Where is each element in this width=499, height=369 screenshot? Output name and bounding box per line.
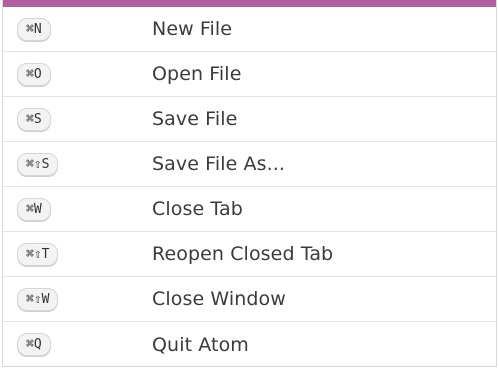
action-label: Open File bbox=[152, 63, 242, 85]
shortcut-row-save-file[interactable]: ⌘S Save File bbox=[3, 97, 496, 142]
action-label: Save File As... bbox=[152, 153, 286, 175]
shortcut-row-close-tab[interactable]: ⌘W Close Tab bbox=[3, 187, 496, 232]
shortcut-row-new-file[interactable]: ⌘N New File bbox=[3, 7, 496, 52]
key-cell: ⌘⇧T bbox=[3, 242, 152, 266]
keyboard-shortcut: ⌘⇧W bbox=[17, 287, 59, 311]
key-cell: ⌘⇧W bbox=[3, 287, 152, 311]
shortcuts-list: ⌘N New File ⌘O Open File ⌘S Save File ⌘⇧… bbox=[3, 7, 496, 367]
action-label: New File bbox=[152, 18, 233, 40]
keyboard-shortcut: ⌘S bbox=[17, 107, 51, 131]
key-cell: ⌘O bbox=[3, 62, 152, 86]
shortcut-row-reopen-closed-tab[interactable]: ⌘⇧T Reopen Closed Tab bbox=[3, 232, 496, 277]
keyboard-shortcut: ⌘⇧T bbox=[17, 242, 59, 266]
key-cell: ⌘S bbox=[3, 107, 152, 131]
action-label: Close Tab bbox=[152, 198, 243, 220]
action-label: Close Window bbox=[152, 288, 286, 310]
action-label: Reopen Closed Tab bbox=[152, 243, 334, 265]
shortcut-row-open-file[interactable]: ⌘O Open File bbox=[3, 52, 496, 97]
keyboard-shortcut: ⌘N bbox=[17, 17, 51, 41]
action-label: Save File bbox=[152, 108, 238, 130]
key-cell: ⌘W bbox=[3, 197, 152, 221]
key-cell: ⌘Q bbox=[3, 333, 152, 356]
accent-bar bbox=[3, 0, 496, 7]
action-label: Quit Atom bbox=[152, 333, 249, 356]
key-cell: ⌘⇧S bbox=[3, 152, 152, 176]
shortcut-row-quit-atom[interactable]: ⌘Q Quit Atom bbox=[3, 322, 496, 367]
keyboard-shortcut: ⌘O bbox=[17, 62, 51, 86]
shortcut-row-save-file-as[interactable]: ⌘⇧S Save File As... bbox=[3, 142, 496, 187]
shortcut-row-close-window[interactable]: ⌘⇧W Close Window bbox=[3, 277, 496, 322]
keyboard-shortcut: ⌘⇧S bbox=[17, 152, 59, 176]
keyboard-shortcut: ⌘Q bbox=[17, 333, 51, 356]
keyboard-shortcut: ⌘W bbox=[17, 197, 51, 221]
shortcuts-panel: ⌘N New File ⌘O Open File ⌘S Save File ⌘⇧… bbox=[2, 0, 497, 367]
key-cell: ⌘N bbox=[3, 17, 152, 41]
